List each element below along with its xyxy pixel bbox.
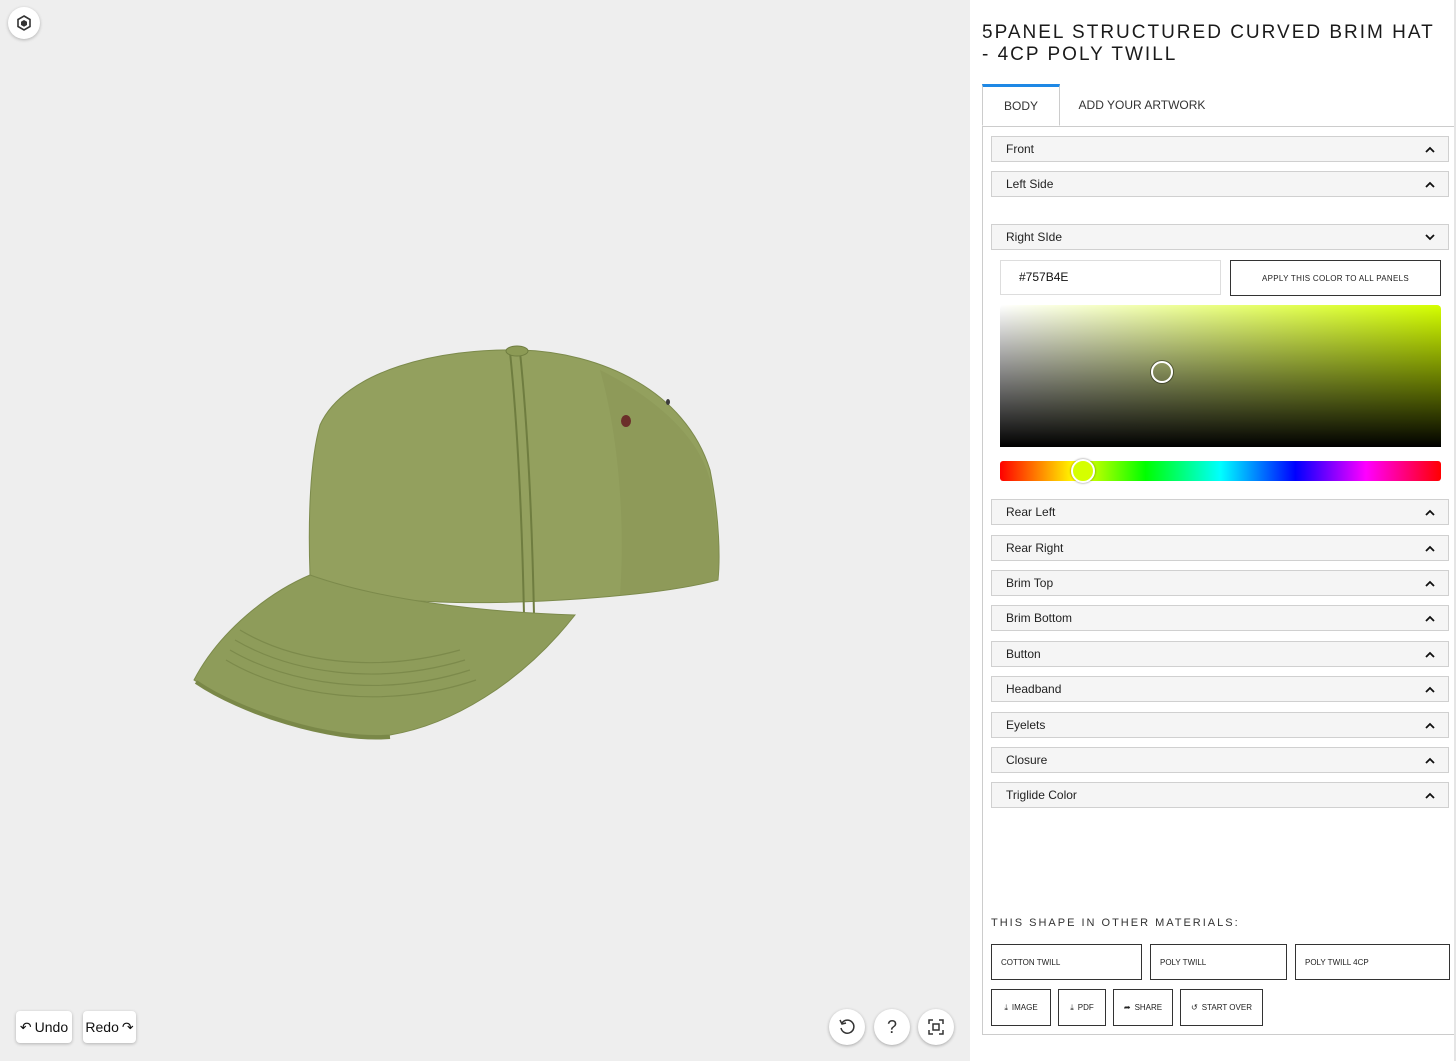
section-eyelets[interactable]: Eyelets (991, 712, 1449, 738)
section-rear-left[interactable]: Rear Left (991, 499, 1449, 525)
image-label: IMAGE (1011, 1003, 1038, 1012)
start-over-button[interactable]: ↺ START OVER (1180, 989, 1263, 1026)
chevron-up-icon (1424, 143, 1436, 155)
section-headband[interactable]: Headband (991, 676, 1449, 702)
chevron-up-icon (1424, 754, 1436, 766)
tab-body[interactable]: BODY (982, 84, 1060, 126)
section-label: Brim Top (1006, 576, 1054, 590)
chevron-up-icon (1424, 648, 1436, 660)
material-poly-twill-button[interactable]: POLY TWILL (1150, 944, 1287, 980)
material-poly-twill-4cp-button[interactable]: POLY TWILL 4CP (1295, 944, 1450, 980)
start-over-label: START OVER (1201, 1003, 1252, 1012)
share-label: SHARE (1134, 1003, 1163, 1012)
reset-view-icon[interactable] (829, 1009, 865, 1045)
customizer-panel: 5PANEL STRUCTURED CURVED BRIM HAT - 4CP … (970, 0, 1456, 1061)
3d-viewer[interactable]: ↶ Undo Redo ↷ ? (0, 0, 970, 1061)
hue-slider-handle[interactable] (1071, 459, 1095, 483)
chevron-up-icon (1424, 612, 1436, 624)
download-icon: ⤓ (1004, 1002, 1008, 1012)
section-label: Brim Bottom (1006, 611, 1073, 625)
download-image-button[interactable]: ⤓ IMAGE (991, 989, 1051, 1026)
section-closure[interactable]: Closure (991, 747, 1449, 773)
section-label: Left Side (1006, 177, 1054, 191)
chevron-up-icon (1424, 719, 1436, 731)
apply-color-all-panels-button[interactable]: APPLY THIS COLOR TO ALL PANELS (1230, 260, 1441, 296)
undo-button[interactable]: ↶ Undo (16, 1011, 72, 1043)
section-label: Closure (1006, 753, 1048, 767)
sv-cursor[interactable] (1151, 361, 1173, 383)
chevron-up-icon (1424, 789, 1436, 801)
chevron-up-icon (1424, 683, 1436, 695)
other-materials-label: THIS SHAPE IN OTHER MATERIALS: (991, 917, 1240, 929)
hat-model[interactable] (180, 330, 740, 750)
redo-icon: ↷ (121, 1018, 134, 1035)
section-rear-right[interactable]: Rear Right (991, 535, 1449, 561)
saturation-value-picker[interactable] (1000, 305, 1441, 447)
share-icon: ➦ (1123, 1003, 1131, 1012)
section-label: Triglide Color (1006, 788, 1077, 802)
download-icon: ⤓ (1070, 1002, 1074, 1012)
help-icon[interactable]: ? (874, 1009, 910, 1045)
section-brim-bottom[interactable]: Brim Bottom (991, 605, 1449, 631)
section-label: Rear Left (1006, 505, 1056, 519)
chevron-up-icon (1424, 577, 1436, 589)
help-glyph: ? (886, 1016, 897, 1037)
chevron-up-icon (1424, 542, 1436, 554)
material-cotton-twill-button[interactable]: COTTON TWILL (991, 944, 1142, 980)
cube-logo-icon[interactable] (8, 7, 40, 39)
section-button[interactable]: Button (991, 641, 1449, 667)
share-button[interactable]: ➦ SHARE (1113, 989, 1173, 1026)
download-pdf-button[interactable]: ⤓ PDF (1058, 989, 1106, 1026)
chevron-down-icon (1424, 231, 1436, 243)
tab-add-artwork[interactable]: ADD YOUR ARTWORK (1072, 84, 1212, 126)
redo-button[interactable]: Redo ↷ (83, 1011, 136, 1043)
section-label: Headband (1006, 682, 1062, 696)
section-front[interactable]: Front (991, 136, 1449, 162)
chevron-up-icon (1424, 506, 1436, 518)
section-label: Front (1006, 142, 1035, 156)
section-label: Rear Right (1006, 541, 1064, 555)
start-over-icon: ↺ (1191, 1003, 1198, 1012)
tab-bar: BODY ADD YOUR ARTWORK (982, 84, 1456, 127)
section-label: Right SIde (1006, 230, 1063, 244)
hue-slider[interactable] (1000, 459, 1441, 483)
section-triglide-color[interactable]: Triglide Color (991, 782, 1449, 808)
redo-label: Redo (85, 1019, 119, 1035)
undo-icon: ↶ (19, 1018, 32, 1035)
product-title: 5PANEL STRUCTURED CURVED BRIM HAT - 4CP … (982, 22, 1435, 65)
section-right-side[interactable]: Right SIde (991, 224, 1449, 250)
section-left-side[interactable]: Left Side (991, 171, 1449, 197)
section-label: Eyelets (1006, 718, 1046, 732)
section-brim-top[interactable]: Brim Top (991, 570, 1449, 596)
fullscreen-icon[interactable] (918, 1009, 954, 1045)
chevron-up-icon (1424, 178, 1436, 190)
undo-label: Undo (34, 1019, 69, 1035)
hex-color-input[interactable]: #757B4E (1000, 260, 1221, 295)
section-label: Button (1006, 647, 1041, 661)
pdf-label: PDF (1077, 1003, 1094, 1012)
